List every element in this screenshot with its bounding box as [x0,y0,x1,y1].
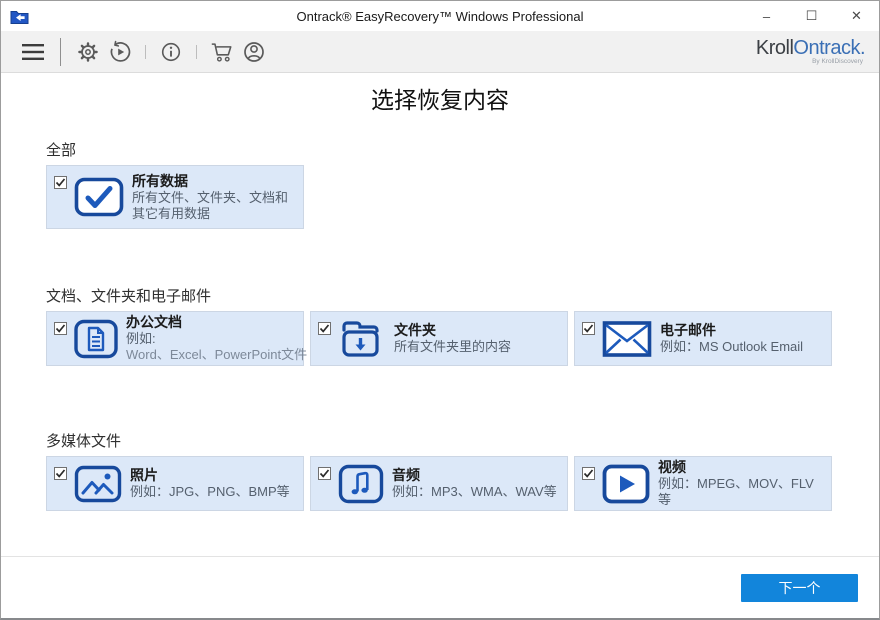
checkbox-checked-icon[interactable] [318,467,331,480]
all-data-icon [74,177,124,217]
toolbar-separator [145,44,146,59]
photo-icon [74,465,122,503]
card-title: 办公文档 [126,314,182,330]
section-label-all: 全部 [46,142,77,159]
card-title: 视频 [658,459,686,475]
section-label-multimedia: 多媒体文件 [46,433,122,450]
card-title: 文件夹 [394,322,436,338]
kroll-ontrack-logo: KrollOntrack. By KrollDiscovery [755,36,866,66]
card-title: 照片 [130,467,158,483]
maximize-button[interactable]: ☐ [789,1,834,31]
next-button[interactable]: 下一个 [741,574,858,602]
email-icon [602,320,652,358]
checkbox-checked-icon[interactable] [54,176,67,189]
card-audio[interactable]: 音频 例如：MP3、WMA、WAV等 [310,456,568,511]
account-icon[interactable] [241,38,267,66]
card-office-documents[interactable]: 办公文档 例如: Word、Excel、PowerPoint文件 [46,311,308,366]
video-icon [602,464,650,504]
card-video[interactable]: 视频 例如：MPEG、MOV、FLV等 [574,456,832,511]
cart-icon[interactable] [209,38,235,66]
card-email[interactable]: 电子邮件 例如：MS Outlook Email [574,311,832,366]
titlebar: Ontrack® EasyRecovery™ Windows Professio… [1,1,879,31]
card-description: 所有文件夹里的内容 [394,339,512,354]
history-icon[interactable] [107,38,133,66]
main-content: 选择恢复内容 全部 所有数据 所有文件、文件夹、文档和其它有用数据 文档、文件夹… [1,85,879,511]
logo-ontrack-text: Ontrack. [793,36,865,59]
audio-icon [338,464,384,504]
card-title: 音频 [392,467,420,483]
cards-row-multimedia: 照片 例如：JPG、PNG、BMP等 音频 例如：MP3、WMA、WAV等 视频… [46,456,834,511]
logo-kroll-text: Kroll [755,36,794,59]
toolbar: KrollOntrack. By KrollDiscovery [1,31,879,73]
logo-byline: By KrollDiscovery [812,57,863,65]
info-icon[interactable] [158,38,184,66]
checkbox-checked-icon[interactable] [582,467,595,480]
card-description: 例如：MS Outlook Email [660,339,804,354]
checkbox-checked-icon[interactable] [318,322,331,335]
card-description-examples: Word、Excel、PowerPoint文件 [126,347,308,362]
card-folders[interactable]: 文件夹 所有文件夹里的内容 [310,311,568,366]
section-label-documents: 文档、文件夹和电子邮件 [46,288,212,305]
card-title: 所有数据 [132,172,188,189]
settings-gear-icon[interactable] [75,38,101,66]
close-button[interactable]: ✕ [834,1,879,31]
checkbox-checked-icon[interactable] [54,467,67,480]
page-title: 选择恢复内容 [371,88,509,114]
minimize-button[interactable]: – [744,1,789,31]
card-description: 例如: [126,331,156,346]
card-description: 例如：MPEG、MOV、FLV等 [658,476,814,507]
toolbar-separator [196,44,197,59]
toolbar-separator [60,37,61,66]
app-window: Ontrack® EasyRecovery™ Windows Professio… [0,0,880,620]
folder-icon [338,318,386,360]
office-document-icon [74,319,118,359]
card-photos[interactable]: 照片 例如：JPG、PNG、BMP等 [46,456,304,511]
card-all-data[interactable]: 所有数据 所有文件、文件夹、文档和其它有用数据 [46,165,304,229]
card-title: 电子邮件 [660,322,716,338]
card-description: 例如：JPG、PNG、BMP等 [130,484,290,499]
footer: 下一个 [1,556,879,618]
menu-icon[interactable] [20,38,46,66]
card-description: 例如：MP3、WMA、WAV等 [392,484,557,499]
checkbox-checked-icon[interactable] [54,322,67,335]
cards-row-documents: 办公文档 例如: Word、Excel、PowerPoint文件 文件夹 所有文… [46,311,834,366]
cards-row-all: 所有数据 所有文件、文件夹、文档和其它有用数据 [46,165,834,229]
card-description: 所有文件、文件夹、文档和其它有用数据 [132,189,289,221]
checkbox-checked-icon[interactable] [582,322,595,335]
